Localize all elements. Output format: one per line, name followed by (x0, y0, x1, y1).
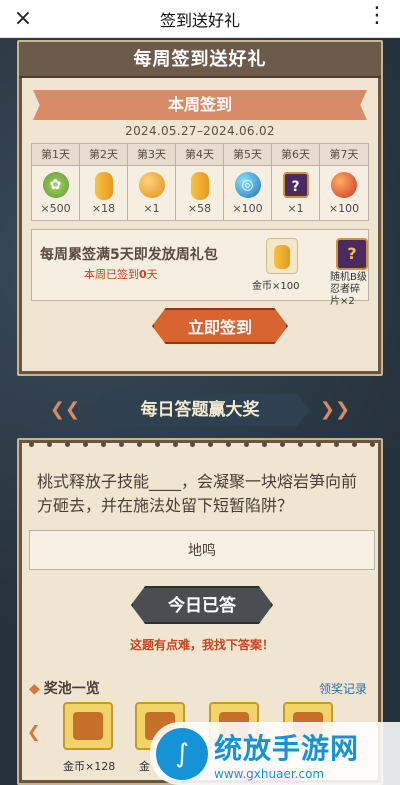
watermark-url: www.gxhuaer.com (214, 766, 325, 781)
coin-icon (274, 245, 290, 269)
orb-icon: ◎ (234, 172, 261, 198)
watermark: ∫ 统放手游网 www.gxhuaer.com (150, 722, 400, 785)
day-qty: ×1 (143, 202, 160, 215)
day-grid: 第1天 ✿ ×500 第2天 ×18 第3天 ×1 第4天 ×58 第5天 ◎ … (31, 143, 369, 221)
cabbage-icon: ✿ (42, 172, 69, 198)
pearl-icon (138, 172, 165, 198)
puzzle-icon: ? (282, 172, 309, 198)
more-icon[interactable]: ⋮ (364, 5, 390, 32)
progress-suffix: 天 (146, 268, 158, 281)
quiz-section-header: ❮❮ 每日答题赢大奖 ❯❯ (0, 390, 400, 430)
fragment-line2: 忍者碎片×2 (330, 284, 360, 307)
day-qty: ×100 (328, 202, 360, 215)
prize-caption: 金 (139, 760, 150, 773)
chest-icon (73, 712, 103, 740)
weekly-reward-coin-caption: 金币×100 (252, 281, 300, 292)
day-5[interactable]: 第5天 ◎ ×100 (224, 144, 272, 220)
week-header: 本周签到 (33, 90, 367, 120)
weekly-reward-coin (266, 238, 298, 274)
day-label: 第3天 (128, 144, 175, 166)
day-label: 第6天 (272, 144, 319, 166)
day-label: 第5天 (224, 144, 271, 166)
day-qty: ×18 (91, 202, 116, 215)
seahorse-icon: ∫ (156, 727, 208, 780)
day-4[interactable]: 第4天 ×58 (176, 144, 224, 220)
page-title: 签到送好礼 (159, 10, 240, 30)
weekly-signin-card: 每周签到送好礼 本周签到 2024.05.27–2024.06.02 第1天 ✿… (17, 40, 383, 376)
day-7[interactable]: 第7天 ×100 (320, 144, 368, 220)
day-label: 第2天 (80, 144, 127, 166)
prize-item[interactable] (63, 702, 113, 750)
watermark-brand: 统放手游网 (214, 731, 360, 765)
weekly-gift-text: 每周累签满5天即发放周礼包 (40, 247, 218, 263)
binding-holes (29, 442, 375, 452)
day-1[interactable]: 第1天 ✿ ×500 (32, 144, 80, 220)
close-icon[interactable]: × (10, 6, 36, 32)
chevron-left-icon[interactable]: ❮ (27, 722, 40, 741)
top-bar: × 签到送好礼 ⋮ (0, 0, 400, 38)
ember-icon (331, 172, 357, 198)
hint-link[interactable]: 这题有点难，我找下答案！ (19, 636, 385, 653)
weekly-progress: 本周已签到0天 (84, 266, 158, 282)
day-2[interactable]: 第2天 ×18 (80, 144, 128, 220)
sign-in-button[interactable]: 立即签到 (152, 308, 288, 344)
coin-icon (190, 172, 209, 200)
quiz-answer[interactable]: 地鸣 (29, 530, 375, 570)
day-6[interactable]: 第6天 ? ×1 (272, 144, 320, 220)
day-qty: ×100 (232, 202, 263, 215)
weekly-gift-panel: 每周累签满5天即发放周礼包 本周已签到0天 金币×100 ? 随机B级 忍者碎片… (31, 229, 369, 307)
day-3[interactable]: 第3天 ×1 (128, 144, 176, 220)
weekly-banner: 每周签到送好礼 (19, 42, 381, 78)
prize-pool-title: 奖池一览 (29, 678, 100, 698)
weekly-reward-fragment-caption: 随机B级 忍者碎片×2 (330, 272, 368, 308)
progress-value: 0 (139, 268, 147, 281)
watermark-text: 统放手游网 www.gxhuaer.com (214, 727, 359, 781)
prize-caption: 金币×128 (63, 760, 116, 773)
day-label: 第4天 (176, 144, 223, 166)
answered-button[interactable]: 今日已答 (131, 586, 273, 624)
day-label: 第1天 (32, 144, 79, 166)
date-range: 2024.05.27–2024.06.02 (125, 124, 275, 138)
fragment-line1: 随机B级 (330, 272, 367, 283)
day-qty: ×1 (287, 202, 304, 215)
day-qty: ×58 (187, 202, 212, 215)
day-qty: ×500 (40, 202, 71, 215)
wing-right-icon: ❯❯ (319, 399, 351, 420)
prize-record-link[interactable]: 领奖记录 (319, 680, 367, 697)
puzzle-icon: ? (336, 238, 368, 270)
wing-left-icon: ❮❮ (49, 399, 81, 420)
coin-icon (94, 172, 113, 200)
progress-prefix: 本周已签到 (84, 268, 139, 281)
day-label: 第7天 (320, 144, 368, 166)
quiz-question: 桃式释放子技能____，会凝聚一块熔岩笋向前方砸去，并在施法处留下短暂陷阱？ (37, 472, 358, 515)
quiz-title: 每日答题赢大奖 (90, 394, 310, 426)
